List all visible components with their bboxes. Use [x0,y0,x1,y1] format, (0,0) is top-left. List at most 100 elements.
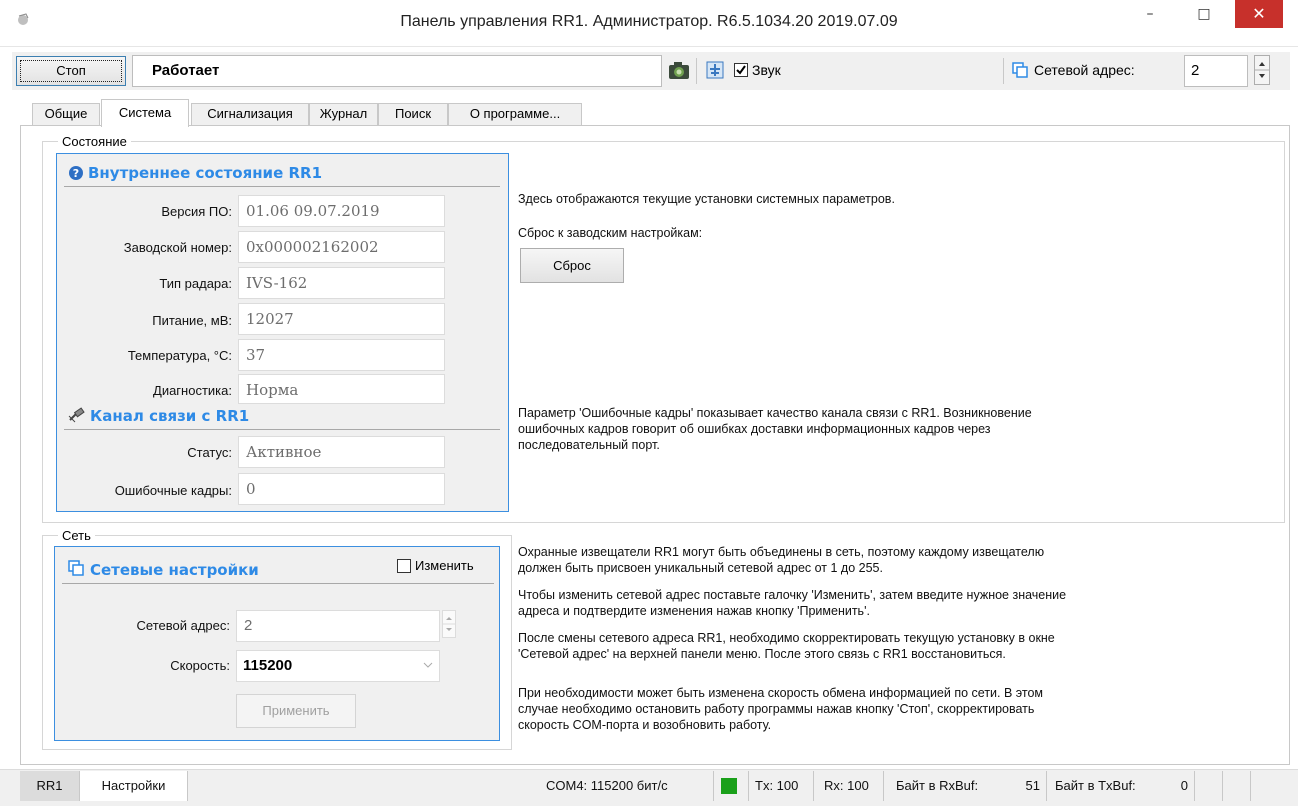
close-button[interactable]: ✕ [1235,0,1283,28]
network-info-p4-line3: скорость COM-порта и возобновить работу. [518,718,772,732]
network-map-icon[interactable] [706,61,724,79]
maximize-button[interactable]: □ [1184,0,1224,28]
diagnostics-field: Норма [238,374,445,404]
statusbar-empty-cell [1223,771,1251,801]
rxbuf-value: 51 [1025,778,1040,793]
error-frames-field: 0 [238,473,445,505]
link-indicator [721,778,737,794]
separator [696,58,697,84]
speed-value: 115200 [243,657,293,674]
network-address-field[interactable]: 2 [236,610,440,642]
statusbar-tab-label: Настройки [101,778,166,793]
power-field: 12027 [238,303,445,335]
title-bar: Панель управления RR1. Администратор. R6… [0,0,1298,47]
network-settings-header: Сетевые настройки [90,561,259,579]
radar-type-label: Тип радара: [159,276,232,291]
network-info-p2-line1: Чтобы изменить сетевой адрес поставьте г… [518,588,1067,602]
statusbar-tab-rr1[interactable]: RR1 [20,771,80,801]
network-info-p3-line1: После смены сетевого адреса RR1, необход… [518,631,1055,645]
link-status-label: Статус: [187,445,232,460]
apply-button-label: Применить [262,703,330,718]
change-label: Изменить [415,558,474,573]
tab-label: Система [118,105,172,120]
serial-number-label: Заводской номер: [123,240,232,255]
radar-type-field: IVS-162 [238,267,445,299]
window-title: Панель управления RR1. Администратор. R6… [400,13,898,30]
firmware-version-field: 01.06 09.07.2019 [238,195,445,227]
diagnostics-label: Диагностика: [153,383,232,398]
temperature-field: 37 [238,339,445,371]
tab-label: Журнал [319,106,368,121]
status-text: Работает [152,62,220,79]
minimize-button[interactable]: – [1130,0,1170,28]
network-address-icon [1012,62,1028,78]
speed-select[interactable]: 115200 [236,650,440,682]
stop-button[interactable]: Стоп [16,56,126,86]
header-divider [64,186,500,187]
system-info-text: Здесь отображаются текущие установки сис… [518,192,895,206]
network-group-legend: Сеть [58,528,95,543]
txbuf-value: 0 [1180,778,1188,793]
serial-number-field: 0x000002162002 [238,231,445,263]
speed-label: Скорость: [170,658,230,673]
error-frames-info-line2: ошибочных кадров говорит об ошибках дост… [518,422,991,436]
reset-button-label: Сброс [553,258,591,273]
rx-counter: Rx: 100 [814,771,884,801]
network-info-p2-line2: адреса и подтвердите изменения нажав кно… [518,604,870,618]
firmware-version-label: Версия ПО: [161,204,232,219]
header-divider [62,583,494,584]
link-status-field: Активное [238,436,445,468]
tx-counter: Tx: 100 [748,771,814,801]
state-group-legend: Состояние [58,134,131,149]
rx-text: Rx: 100 [824,778,869,793]
help-icon: ? [68,165,84,181]
satellite-icon [68,407,86,423]
txbuf-label: Байт в TxBuf: [1055,778,1136,793]
network-address-spinner[interactable] [1254,55,1270,85]
rxbuf-label: Байт в RxBuf: [896,778,979,793]
tab-journal[interactable]: Журнал [309,103,378,125]
header-divider [64,429,500,430]
tab-alarm[interactable]: Сигнализация [191,103,309,125]
network-info-p3-line2: 'Сетевой адрес' на верхней панели меню. … [518,647,1006,661]
tab-label: Поиск [394,106,432,121]
tab-about[interactable]: О программе... [448,103,582,125]
com-port-text: COM4: 115200 бит/с [546,778,668,793]
com-port-info: COM4: 115200 бит/с [542,771,714,801]
minimize-icon: – [1146,6,1154,22]
apply-button[interactable]: Применить [236,694,356,728]
network-settings-icon [68,560,84,576]
network-info-p1-line1: Охранные извещатели RR1 могут быть объед… [518,545,1045,559]
network-address-value: 2 [1191,62,1200,79]
reset-button[interactable]: Сброс [520,248,624,283]
rxbuf-counter: Байт в RxBuf: 51 [884,771,1047,801]
network-address-field-spinner[interactable] [442,610,456,638]
separator [1003,58,1004,84]
error-frames-info-line3: последовательный порт. [518,438,660,452]
tab-label: Общие [44,106,88,121]
camera-icon[interactable] [668,60,690,80]
internal-state-header: Внутреннее состояние RR1 [88,164,323,182]
network-info-p4-line1: При необходимости может быть изменена ск… [518,686,1044,700]
tab-system[interactable]: Система [101,99,189,127]
error-frames-info-line1: Параметр 'Ошибочные кадры' показывает ка… [518,406,1032,420]
close-icon: ✕ [1252,4,1266,23]
network-address-label: Сетевой адрес: [136,618,230,633]
temperature-label: Температура, °C: [127,348,232,363]
tab-general[interactable]: Общие [32,103,100,125]
txbuf-counter: Байт в TxBuf: 0 [1047,771,1195,801]
power-label: Питание, мВ: [152,313,232,328]
channel-header: Канал связи с RR1 [90,407,250,425]
sound-label: Звук [752,62,781,78]
tab-search[interactable]: Поиск [378,103,448,125]
sound-checkbox[interactable] [734,63,748,77]
network-address-input[interactable]: 2 [1184,55,1248,87]
reset-caption: Сброс к заводским настройкам: [518,226,703,240]
change-checkbox[interactable] [397,559,411,573]
tab-label: О программе... [469,106,561,121]
statusbar-tab-settings[interactable]: Настройки [80,771,188,801]
statusbar-empty-cell [1195,771,1223,801]
network-address-label: Сетевой адрес: [1034,62,1135,78]
svg-text:?: ? [73,167,79,180]
maximize-icon: □ [1197,6,1211,22]
